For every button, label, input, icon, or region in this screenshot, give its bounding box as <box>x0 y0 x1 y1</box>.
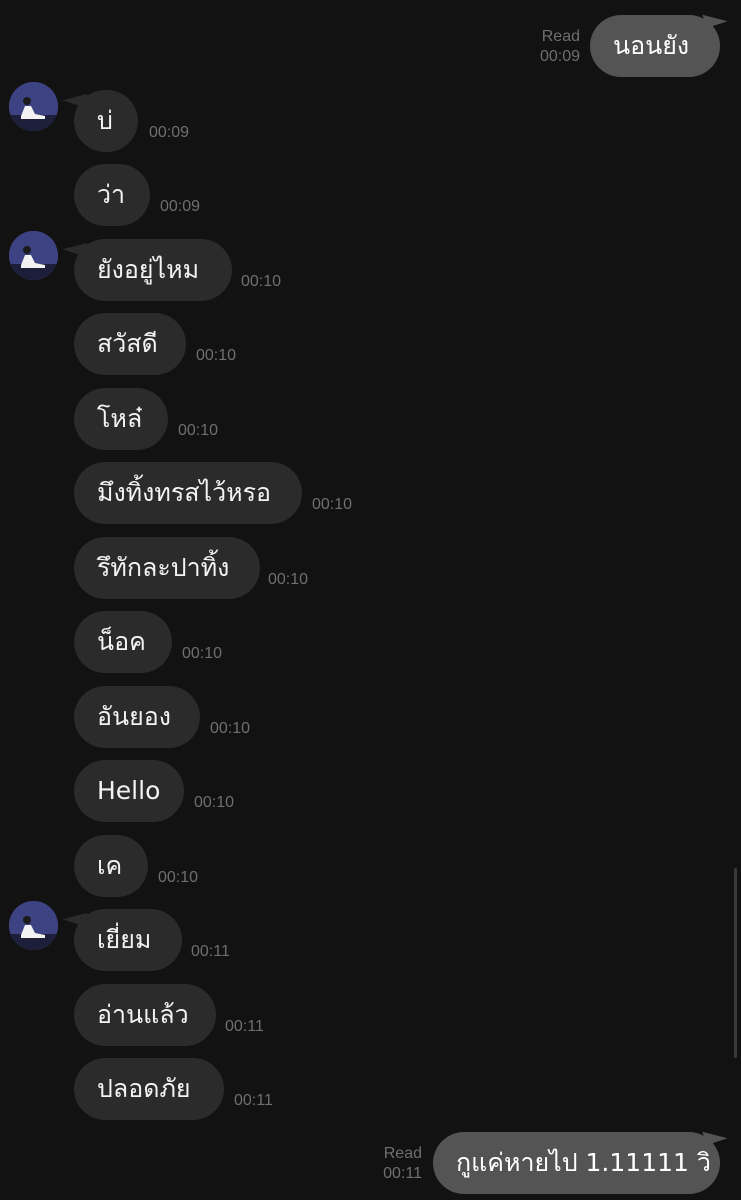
message-bubble[interactable]: อันยอง <box>74 686 200 748</box>
message-time: 00:09 <box>160 198 201 215</box>
message-bubble[interactable]: ยังอยู่ไหม <box>74 239 232 301</box>
message-bubble[interactable]: กูแค่หายไป 1.11111 วิ <box>433 1132 720 1194</box>
message-bubble[interactable]: เยี่ยม <box>74 909 182 971</box>
message-time: 00:10 <box>158 869 199 886</box>
bubble-tail <box>702 1124 728 1146</box>
message-bubble[interactable]: เค <box>74 835 148 897</box>
message-bubble[interactable]: บ่ <box>74 90 138 152</box>
message-incoming[interactable]: อ่านแล้ว 00:11 <box>0 984 741 1046</box>
message-bubble[interactable]: รึทักละปาทิ้ง <box>74 537 260 599</box>
message-incoming[interactable]: เค 00:10 <box>0 835 741 897</box>
message-time: 00:10 <box>194 794 235 811</box>
message-time: 00:10 <box>312 496 353 513</box>
message-incoming[interactable]: มึงทิ้งทรสไว้หรอ 00:10 <box>0 462 741 524</box>
message-time: 00:09 <box>149 124 190 141</box>
message-incoming[interactable]: โหล๋ 00:10 <box>0 388 741 450</box>
bubble-tail <box>702 7 728 29</box>
message-bubble[interactable]: อ่านแล้ว <box>74 984 216 1046</box>
message-incoming[interactable]: เยี่ยม 00:11 <box>0 909 741 971</box>
message-time: 00:09 <box>539 48 580 65</box>
message-bubble[interactable]: โหล๋ <box>74 388 168 450</box>
message-time: 00:10 <box>241 273 282 290</box>
message-outgoing[interactable]: Read 00:11 กูแค่หายไป 1.11111 วิ <box>0 1124 741 1194</box>
message-incoming[interactable]: ยังอยู่ไหม 00:10 <box>0 239 741 301</box>
message-bubble[interactable]: น็อค <box>74 611 172 673</box>
message-meta: Read 00:09 <box>520 27 580 67</box>
scrollbar[interactable] <box>734 868 737 1058</box>
message-time: 00:10 <box>210 720 251 737</box>
message-incoming[interactable]: น็อค 00:10 <box>0 611 741 673</box>
message-time: 00:11 <box>225 1018 264 1035</box>
message-time: 00:11 <box>383 1165 422 1182</box>
message-meta: Read 00:11 <box>362 1144 422 1184</box>
message-bubble[interactable]: มึงทิ้งทรสไว้หรอ <box>74 462 302 524</box>
message-time: 00:10 <box>196 347 237 364</box>
message-incoming[interactable]: อันยอง 00:10 <box>0 686 741 748</box>
message-time: 00:10 <box>268 571 309 588</box>
message-incoming[interactable]: สวัสดี 00:10 <box>0 313 741 375</box>
message-time: 00:10 <box>178 422 219 439</box>
message-incoming[interactable]: ปลอดภัย 00:11 <box>0 1058 741 1120</box>
message-time: 00:11 <box>191 943 230 960</box>
chat-thread: Read 00:09 นอนยัง บ่ 00:09 ว่า 00:09 ยัง… <box>0 0 741 1200</box>
read-receipt: Read <box>383 1145 422 1162</box>
message-incoming[interactable]: รึทักละปาทิ้ง 00:10 <box>0 537 741 599</box>
message-bubble[interactable]: ว่า <box>74 164 150 226</box>
message-incoming[interactable]: Hello 00:10 <box>0 760 741 822</box>
message-bubble[interactable]: Hello <box>74 760 184 822</box>
message-bubble[interactable]: ปลอดภัย <box>74 1058 224 1120</box>
message-incoming[interactable]: ว่า 00:09 <box>0 164 741 226</box>
message-incoming[interactable]: บ่ 00:09 <box>0 90 741 152</box>
message-bubble[interactable]: สวัสดี <box>74 313 186 375</box>
message-bubble[interactable]: นอนยัง <box>590 15 720 77</box>
read-receipt: Read <box>541 28 580 45</box>
message-outgoing[interactable]: Read 00:09 นอนยัง <box>0 7 741 77</box>
message-time: 00:10 <box>182 645 223 662</box>
message-time: 00:11 <box>234 1092 273 1109</box>
